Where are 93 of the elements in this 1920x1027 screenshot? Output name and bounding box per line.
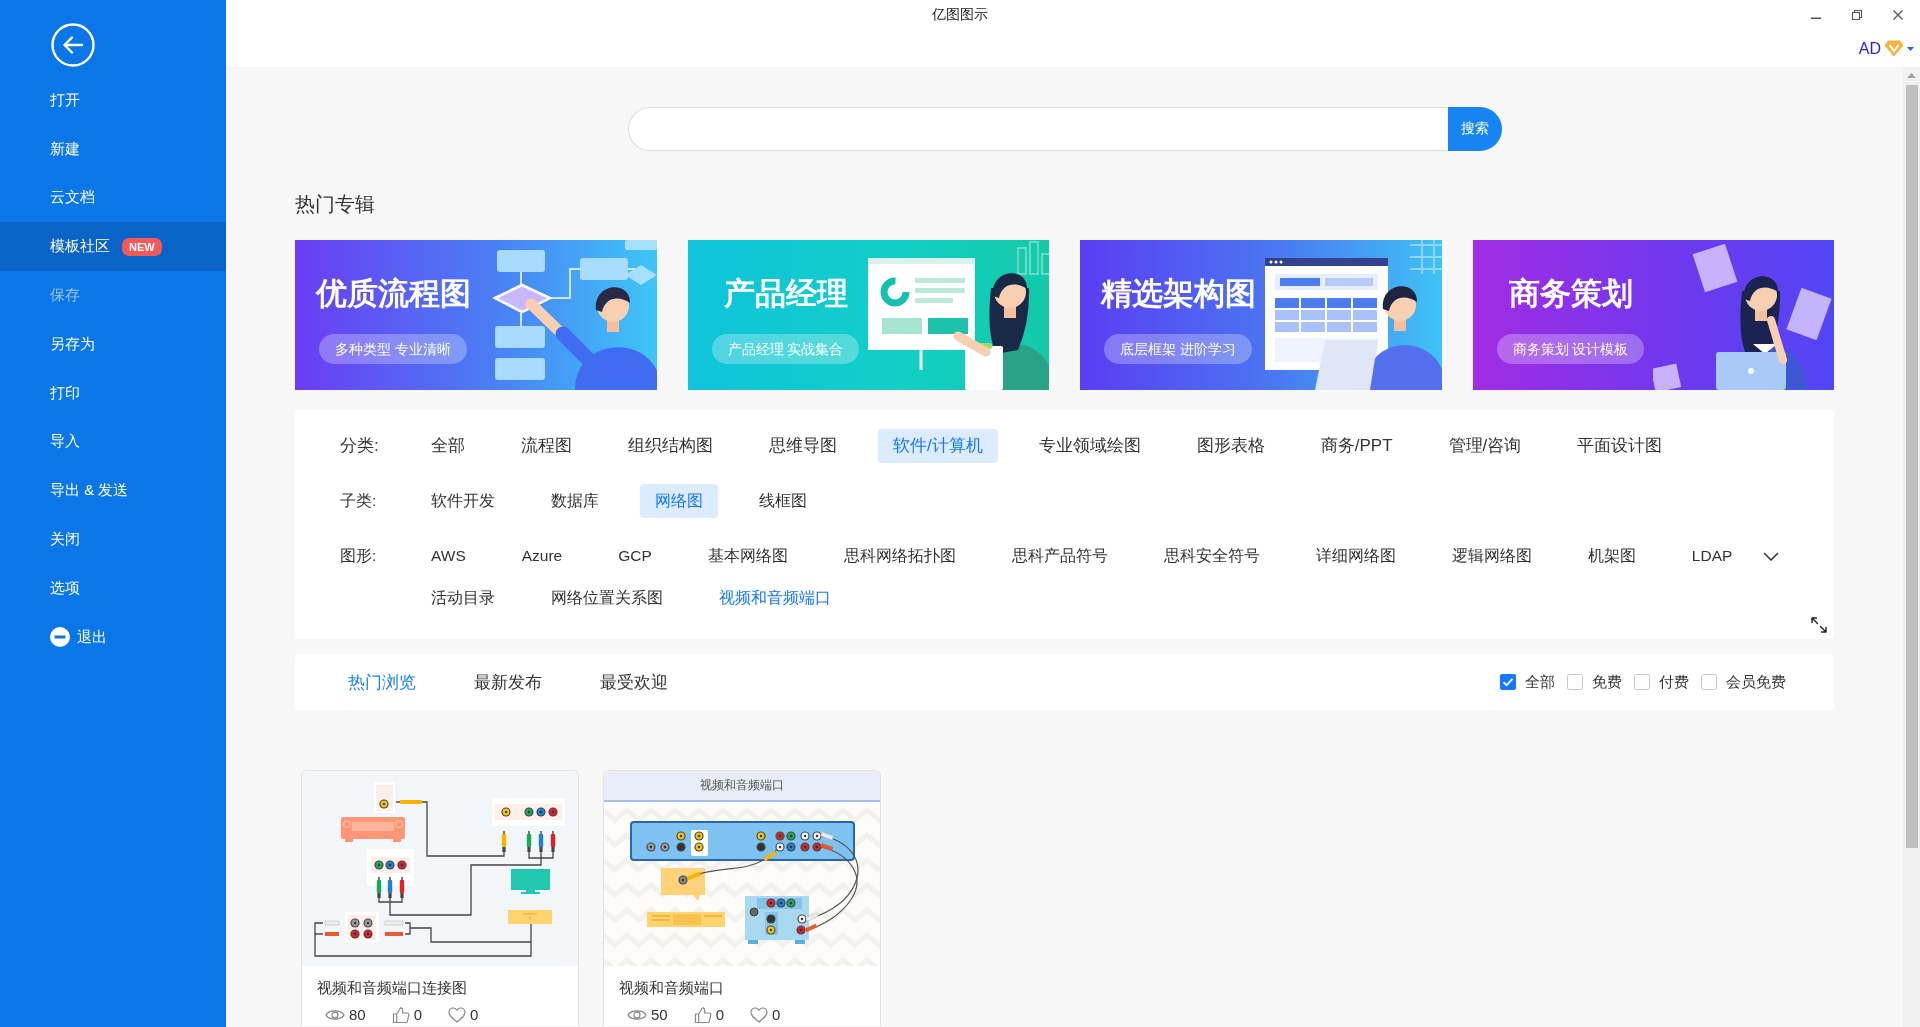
banner-tagline: 产品经理 实战集合 [711, 334, 860, 364]
filter-option[interactable]: 视频和音频端口 [704, 581, 846, 615]
filter-option[interactable]: 专业领域绘图 [1023, 429, 1156, 463]
filter-option[interactable]: AWS [416, 539, 481, 573]
diagram-title: 视频和音频端口 [604, 771, 880, 802]
filter-option[interactable]: 机架图 [1572, 539, 1651, 573]
banner-title: 商务策划 [1508, 275, 1633, 313]
banner[interactable]: 优质流程图 多种类型 专业清晰 [295, 240, 657, 390]
sort-tab[interactable]: 最受欢迎 [587, 662, 681, 702]
filter-option[interactable]: 网络位置关系图 [536, 581, 678, 615]
view-count: 50 [651, 1005, 668, 1024]
filter-option[interactable]: 思科网络拓扑图 [828, 539, 971, 573]
banner-tagline: 底层框架 进阶学习 [1104, 334, 1252, 364]
sidebar-item[interactable]: 导出 & 发送 [0, 466, 226, 516]
checkbox-label[interactable]: 全部 [1525, 672, 1555, 692]
filter-option[interactable]: 基本网络图 [692, 539, 803, 573]
banner-title: 精选架构图 [1100, 275, 1256, 313]
section-title: 热门专辑 [295, 192, 376, 217]
checkbox[interactable] [1634, 674, 1650, 690]
sidebar-item[interactable]: 退出 [0, 612, 226, 662]
banner-tagline: 商务策划 设计模板 [1496, 334, 1645, 364]
thumbs-up-icon[interactable] [391, 1005, 410, 1024]
search-field[interactable] [627, 107, 1448, 151]
banner-tagline: 多种类型 专业清晰 [319, 334, 467, 364]
filter-option[interactable]: 管理/咨询 [1433, 429, 1537, 463]
eye-icon [325, 1007, 345, 1022]
filter-option[interactable]: Azure [506, 539, 578, 573]
filter-option[interactable]: 活动目录 [416, 581, 510, 615]
like-count: 0 [413, 1005, 423, 1024]
sidebar-item[interactable]: 模板社区 NEW [0, 222, 226, 272]
filter-option[interactable]: 流程图 [506, 429, 587, 463]
checkbox[interactable] [1701, 674, 1717, 690]
filter-label: 分类: [340, 435, 380, 457]
account-initials[interactable]: AD [1858, 39, 1881, 58]
checkbox[interactable] [1567, 674, 1583, 690]
heart-icon[interactable] [750, 1006, 769, 1023]
sort-tab[interactable]: 热门浏览 [335, 662, 429, 702]
scroll-up-icon[interactable] [1907, 73, 1916, 78]
banner-title: 产品经理 [723, 275, 848, 313]
sort-tab[interactable]: 最新发布 [461, 662, 555, 702]
template-title: 视频和音频端口连接图 [316, 978, 468, 997]
window-title: 亿图图示 [932, 6, 988, 24]
banner[interactable]: 精选架构图 底层框架 进阶学习 [1080, 240, 1442, 390]
search-button[interactable]: 搜索 [1447, 107, 1502, 151]
checkbox-label[interactable]: 免费 [1592, 672, 1622, 692]
filter-option[interactable]: 全部 [416, 429, 480, 463]
sidebar-item[interactable]: 另存为 [0, 320, 226, 369]
template-card[interactable]: 视频和音频端口连接图 80 0 0 [301, 770, 579, 1026]
filter-option[interactable]: 线框图 [744, 484, 822, 518]
template-title: 视频和音频端口 [618, 978, 725, 997]
filter-option[interactable]: LDAP [1676, 539, 1748, 573]
filter-option[interactable]: 组织结构图 [613, 429, 728, 463]
filter-option[interactable]: GCP [603, 539, 667, 573]
favorite-count: 0 [470, 1005, 479, 1024]
heart-icon[interactable] [448, 1006, 467, 1023]
banner[interactable]: 商务策划 商务策划 设计模板 [1472, 240, 1834, 390]
scrollbar-thumb[interactable] [1905, 85, 1918, 848]
checkbox-label[interactable]: 会员免费 [1726, 672, 1786, 692]
filter-label: 图形: [340, 546, 378, 566]
template-card[interactable]: 视频和音频端口 视频和音频端口 50 0 0 [603, 770, 881, 1026]
sidebar-item[interactable]: 关闭 [0, 515, 226, 564]
favorite-count: 0 [772, 1005, 781, 1024]
filter-option[interactable]: 商务/PPT [1305, 429, 1408, 463]
filter-option[interactable]: 思维导图 [754, 429, 852, 463]
filter-option[interactable]: 逻辑网络图 [1436, 539, 1547, 573]
expand-arrows-icon[interactable] [1810, 616, 1828, 634]
minus-circle-icon [50, 627, 70, 648]
chevron-down-icon[interactable] [1763, 552, 1779, 561]
checkbox[interactable] [1500, 674, 1516, 690]
filter-option[interactable]: 平面设计图 [1562, 429, 1678, 463]
checkbox-label[interactable]: 付费 [1659, 672, 1689, 692]
filter-label: 子类: [340, 491, 378, 511]
filter-option[interactable]: 图形表格 [1181, 429, 1280, 463]
banner-title: 优质流程图 [315, 275, 471, 313]
filter-option[interactable]: 思科安全符号 [1148, 539, 1275, 573]
sidebar-item[interactable]: 云文档 [0, 173, 226, 223]
filter-option[interactable]: 软件开发 [416, 484, 510, 518]
new-badge: NEW [122, 237, 162, 256]
eye-icon [627, 1007, 647, 1022]
sidebar-item[interactable]: 打开 [0, 76, 226, 125]
filter-option[interactable]: 详细网络图 [1300, 539, 1411, 573]
close-icon[interactable] [1893, 10, 1903, 20]
sidebar-item[interactable]: 打印 [0, 368, 226, 418]
sidebar-item[interactable]: 新建 [0, 124, 226, 174]
sidebar-item[interactable]: 导入 [0, 417, 226, 467]
caret-down-icon[interactable] [1907, 46, 1914, 51]
thumbs-up-icon[interactable] [693, 1005, 712, 1024]
filter-option[interactable]: 数据库 [536, 484, 614, 518]
filter-option[interactable]: 思科产品符号 [996, 539, 1123, 573]
restore-icon[interactable] [1852, 10, 1862, 20]
like-count: 0 [715, 1005, 725, 1024]
view-count: 80 [349, 1005, 366, 1024]
sidebar-item[interactable]: 选项 [0, 563, 226, 613]
